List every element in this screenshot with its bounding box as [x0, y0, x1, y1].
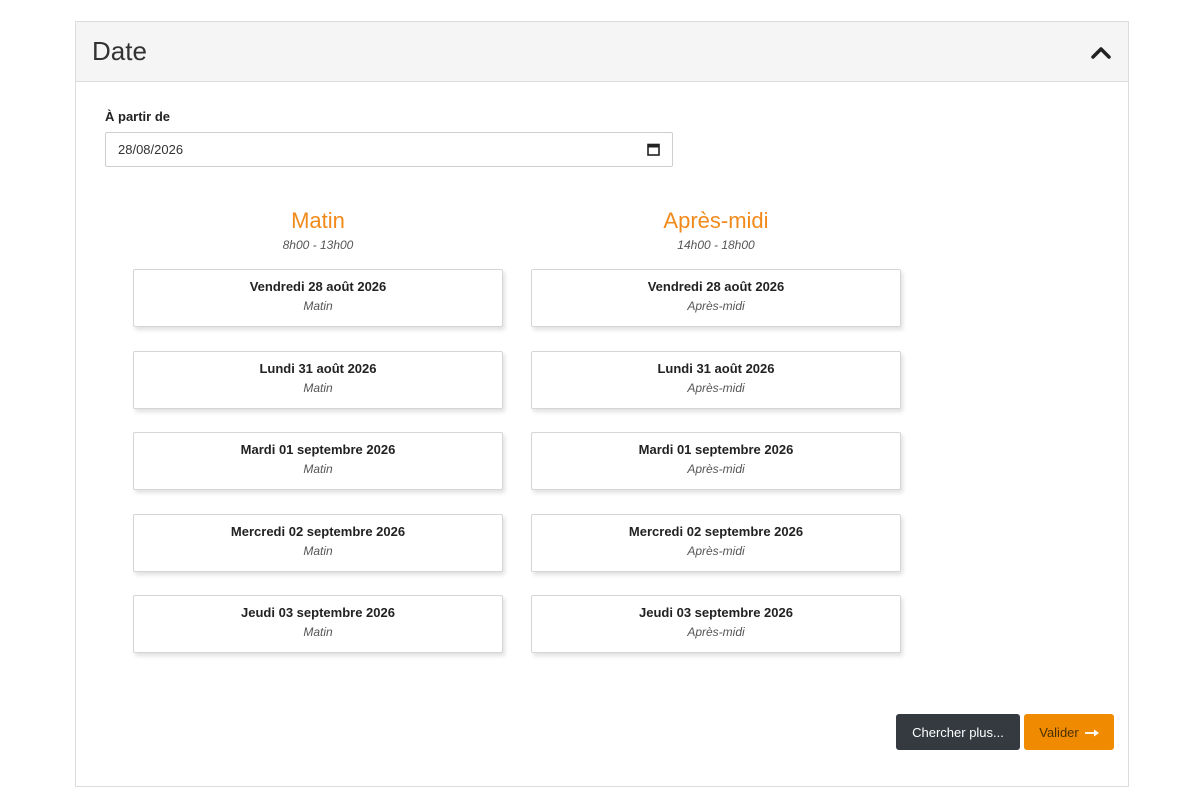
validate-button[interactable]: Valider [1024, 714, 1114, 750]
start-date-input[interactable]: 28/08/2026 [105, 132, 673, 167]
slot-morning-4[interactable]: Mercredi 02 septembre 2026 Matin [133, 514, 503, 572]
morning-hours: 8h00 - 13h00 [282, 238, 354, 252]
slot-period: Après-midi [687, 544, 745, 558]
slot-period: Après-midi [687, 625, 745, 639]
slot-date: Mercredi 02 septembre 2026 [230, 524, 406, 539]
calendar-icon[interactable] [646, 143, 660, 157]
slot-date: Vendredi 28 août 2026 [647, 279, 785, 294]
start-date-label: À partir de [105, 109, 171, 124]
arrow-right-icon [1084, 725, 1099, 740]
slot-date: Jeudi 03 septembre 2026 [241, 605, 395, 620]
validate-label: Valider [1039, 724, 1079, 740]
slot-afternoon-4[interactable]: Mercredi 02 septembre 2026 Après-midi [531, 514, 901, 572]
slot-date: Lundi 31 août 2026 [657, 361, 775, 376]
slot-period: Matin [303, 299, 333, 313]
slot-date: Vendredi 28 août 2026 [249, 279, 387, 294]
afternoon-hours: 14h00 - 18h00 [677, 238, 755, 252]
morning-column: Matin 8h00 - 13h00 Vendredi 28 août 2026… [133, 208, 503, 653]
search-more-button[interactable]: Chercher plus... [896, 714, 1020, 750]
slot-date: Lundi 31 août 2026 [259, 361, 377, 376]
afternoon-column: Après-midi 14h00 - 18h00 Vendredi 28 aoû… [531, 208, 901, 653]
slot-period: Matin [303, 544, 333, 558]
slot-date: Mardi 01 septembre 2026 [240, 442, 396, 457]
slot-afternoon-5[interactable]: Jeudi 03 septembre 2026 Après-midi [531, 595, 901, 653]
slot-period: Matin [303, 381, 333, 395]
slot-period: Après-midi [687, 381, 745, 395]
date-panel: Date À partir de 28/08/2026 Matin 8h00 -… [75, 21, 1129, 787]
slot-period: Matin [303, 462, 333, 476]
panel-header[interactable]: Date [76, 22, 1128, 82]
slot-period: Après-midi [687, 299, 745, 313]
slot-morning-5[interactable]: Jeudi 03 septembre 2026 Matin [133, 595, 503, 653]
slot-date: Jeudi 03 septembre 2026 [639, 605, 793, 620]
slot-afternoon-2[interactable]: Lundi 31 août 2026 Après-midi [531, 351, 901, 409]
slot-morning-2[interactable]: Lundi 31 août 2026 Matin [133, 351, 503, 409]
slot-date: Mercredi 02 septembre 2026 [628, 524, 804, 539]
slot-period: Matin [303, 625, 333, 639]
slot-afternoon-3[interactable]: Mardi 01 septembre 2026 Après-midi [531, 432, 901, 490]
slot-morning-3[interactable]: Mardi 01 septembre 2026 Matin [133, 432, 503, 490]
morning-title: Matin [291, 208, 345, 233]
afternoon-title: Après-midi [663, 208, 769, 233]
slot-afternoon-1[interactable]: Vendredi 28 août 2026 Après-midi [531, 269, 901, 327]
slot-date: Mardi 01 septembre 2026 [638, 442, 794, 457]
panel-title: Date [92, 36, 147, 66]
chevron-up-icon[interactable] [1090, 41, 1112, 63]
slot-morning-1[interactable]: Vendredi 28 août 2026 Matin [133, 269, 503, 327]
slot-period: Après-midi [687, 462, 745, 476]
start-date-value: 28/08/2026 [118, 142, 184, 157]
